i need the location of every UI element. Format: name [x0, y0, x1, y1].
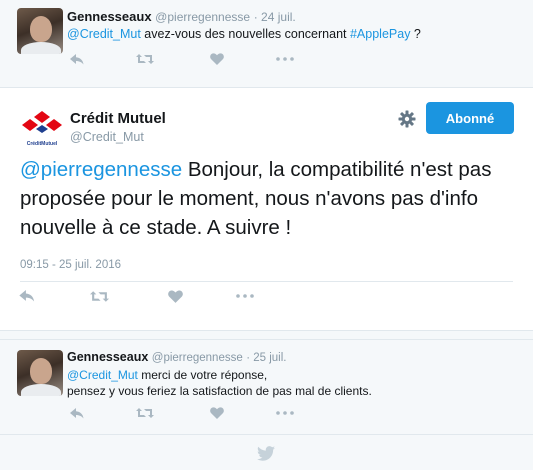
credit-mutuel-logo-icon [22, 111, 62, 133]
brand-logo[interactable]: CréditMutuel [20, 108, 64, 147]
tweet-date[interactable]: 24 juil. [261, 10, 296, 24]
author-handle[interactable]: @pierregennesse [155, 10, 250, 24]
mention-link[interactable]: @Credit_Mut [67, 368, 138, 382]
retweet-icon[interactable] [134, 50, 156, 68]
tweet-actions [66, 50, 296, 68]
more-icon[interactable] [274, 404, 296, 422]
tweet-timestamp[interactable]: 09:15 - 25 juil. 2016 [20, 259, 121, 271]
more-icon[interactable] [234, 287, 256, 305]
tweet-text: @Credit_Mut merci de votre réponse, pens… [67, 368, 372, 398]
like-icon[interactable] [164, 287, 186, 305]
tweet-actions [66, 404, 296, 422]
reply-icon[interactable] [66, 50, 88, 68]
author-handle[interactable]: @Credit_Mut [70, 130, 144, 144]
parent-tweet[interactable]: Gennesseaux @pierregennesse · 24 juil. @… [0, 0, 533, 76]
reply-icon[interactable] [66, 404, 88, 422]
tweet-text: @Credit_Mut avez-vous des nouvelles conc… [67, 27, 421, 41]
follow-button[interactable]: Abonné [426, 102, 514, 134]
author-name[interactable]: Gennesseaux [67, 9, 152, 24]
author-name[interactable]: Gennesseaux [67, 350, 148, 364]
twitter-bird-icon [257, 446, 275, 466]
author-handle[interactable]: @pierregennesse [152, 352, 243, 364]
tweet-date[interactable]: 25 juil. [253, 352, 286, 364]
mention-link[interactable]: @Credit_Mut [67, 27, 141, 41]
tweet-actions [16, 287, 256, 305]
divider [20, 281, 513, 282]
avatar[interactable] [17, 350, 63, 396]
like-icon[interactable] [206, 404, 228, 422]
more-icon[interactable] [274, 50, 296, 68]
reply-icon[interactable] [16, 287, 38, 305]
tweet-header: Gennesseaux @pierregennesse · 24 juil. [67, 9, 296, 24]
gear-icon[interactable] [398, 110, 416, 128]
author-name[interactable]: Crédit Mutuel [70, 110, 166, 127]
hashtag-link[interactable]: #ApplePay [350, 27, 410, 41]
tweet-header: Gennesseaux @pierregennesse · 25 juil. [67, 350, 287, 364]
like-icon[interactable] [206, 50, 228, 68]
logo-caption: CréditMutuel [26, 141, 58, 147]
main-tweet-text: @pierregennesse Bonjour, la compatibilit… [20, 158, 492, 239]
avatar[interactable] [17, 8, 63, 54]
retweet-icon[interactable] [134, 404, 156, 422]
reply-tweet[interactable]: Gennesseaux @pierregennesse · 25 juil. @… [0, 339, 533, 434]
footer [0, 434, 533, 470]
retweet-icon[interactable] [88, 287, 110, 305]
mention-link[interactable]: @pierregennesse [20, 158, 182, 181]
